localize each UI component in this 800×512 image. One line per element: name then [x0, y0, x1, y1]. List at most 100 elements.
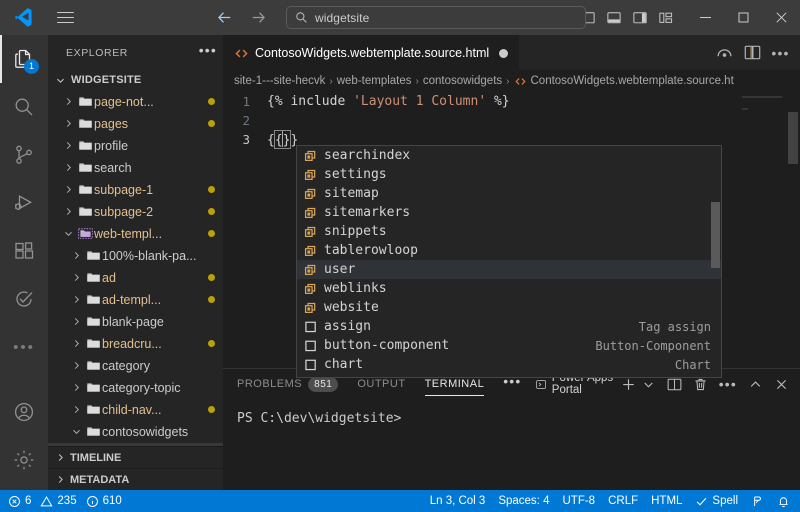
status-cursor-position[interactable]: Ln 3, Col 3 [430, 495, 486, 507]
activity-bar-item-search[interactable] [0, 83, 48, 131]
suggest-item[interactable]: chart Chart [297, 355, 721, 374]
suggest-item-partial[interactable] [297, 374, 721, 377]
breadcrumb-item[interactable]: contosowidgets [423, 75, 502, 87]
panel-more-actions-icon[interactable]: ••• [719, 377, 737, 391]
chevron-right-icon[interactable] [60, 160, 76, 176]
chevron-right-icon[interactable] [68, 292, 84, 308]
status-eol[interactable]: CRLF [608, 495, 638, 507]
scrollbar-thumb[interactable] [788, 112, 798, 164]
editor-tab-contosowidgets[interactable]: ContosoWidgets.webtemplate.source.html [223, 35, 520, 70]
chevron-right-icon[interactable] [60, 138, 76, 154]
tree-folder-item[interactable]: search [48, 157, 223, 179]
close-button[interactable] [762, 0, 800, 35]
editor-more-actions-icon[interactable]: ••• [771, 44, 789, 61]
chevron-right-icon[interactable] [60, 182, 76, 198]
terminal-body[interactable]: PS C:\dev\widgetsite> [223, 399, 800, 490]
suggest-scrollbar-thumb[interactable] [711, 202, 720, 268]
activity-bar-item-additional-views[interactable]: ••• [0, 323, 48, 371]
chevron-right-icon[interactable] [68, 314, 84, 330]
split-editor-icon[interactable] [744, 44, 761, 61]
chevron-right-icon[interactable] [60, 204, 76, 220]
breadcrumb[interactable]: site-1---site-hecvk › web-templates › contos… [223, 70, 800, 92]
activity-bar-item-testing[interactable] [0, 275, 48, 323]
status-infos[interactable]: 610 [86, 495, 122, 508]
maximize-button[interactable] [724, 0, 762, 35]
sidebar-more-actions-icon[interactable]: ••• [199, 43, 217, 59]
tree-folder-item[interactable]: ad [48, 267, 223, 289]
tree-folder-item[interactable]: 100%-blank-pa... [48, 245, 223, 267]
tree-folder-item[interactable]: breadcru... [48, 333, 223, 355]
suggest-item[interactable]: searchindex [297, 146, 721, 165]
suggest-item[interactable]: button-component Button-Component [297, 336, 721, 355]
toggle-secondary-sidebar-icon[interactable] [631, 10, 648, 25]
tree-folder-item[interactable]: blank-page [48, 311, 223, 333]
tree-folder-item[interactable]: page-not... [48, 91, 223, 113]
kill-terminal-icon[interactable] [693, 377, 708, 392]
close-panel-icon[interactable] [774, 377, 789, 392]
go-forward-button[interactable] [248, 8, 268, 28]
activity-bar-item-run-and-debug[interactable] [0, 179, 48, 227]
suggest-item[interactable]: weblinks [297, 279, 721, 298]
status-warnings[interactable]: 235 [40, 495, 77, 508]
open-preview-icon[interactable] [716, 44, 733, 61]
explorer-root-folder-header[interactable]: WIDGETSITE [48, 70, 223, 91]
new-terminal-icon[interactable] [621, 377, 636, 392]
suggest-item[interactable]: website [297, 298, 721, 317]
chevron-right-icon[interactable] [68, 336, 84, 352]
activity-bar-item-settings[interactable] [0, 436, 48, 484]
activity-bar-item-extensions[interactable] [0, 227, 48, 275]
main-menu-button[interactable] [48, 0, 82, 35]
tree-folder-item[interactable]: profile [48, 135, 223, 157]
status-spell-checker[interactable]: Spell [695, 495, 738, 508]
suggest-item[interactable]: sitemarkers [297, 203, 721, 222]
tree-folder-item[interactable]: category-topic [48, 377, 223, 399]
tree-folder-item[interactable]: category [48, 355, 223, 377]
status-remote-indicator[interactable] [751, 495, 764, 508]
search-input[interactable]: widgetsite [286, 6, 586, 29]
suggest-item[interactable]: assign Tag assign [297, 317, 721, 336]
chevron-down-icon[interactable] [68, 424, 84, 440]
status-indentation[interactable]: Spaces: 4 [498, 495, 549, 507]
tree-folder-item[interactable]: contosowidgets [48, 421, 223, 443]
sidebar-panel-timeline[interactable]: TIMELINE [48, 446, 223, 468]
file-tree[interactable]: page-not... pages profile search subpage-1 su… [48, 91, 223, 446]
chevron-right-icon[interactable] [68, 380, 84, 396]
maximize-panel-icon[interactable] [748, 377, 763, 392]
breadcrumb-item[interactable]: site-1---site-hecvk [234, 75, 325, 87]
split-terminal-icon[interactable] [667, 377, 682, 392]
chevron-right-icon[interactable] [60, 94, 76, 110]
status-notifications[interactable] [777, 495, 790, 508]
unsaved-indicator-dot[interactable] [499, 48, 509, 58]
tree-file-item[interactable]: ContosoWidg... [48, 442, 223, 446]
suggest-item[interactable]: user [297, 260, 721, 279]
tree-folder-item[interactable]: ad-templ... [48, 289, 223, 311]
tree-folder-item[interactable]: child-nav... [48, 399, 223, 421]
chevron-right-icon[interactable] [68, 248, 84, 264]
minimize-button[interactable] [686, 0, 724, 35]
activity-bar-item-accounts[interactable] [0, 388, 48, 436]
toggle-panel-icon[interactable] [605, 10, 622, 25]
status-errors[interactable]: 6 [8, 495, 31, 508]
tree-folder-item[interactable]: pages [48, 113, 223, 135]
breadcrumb-item[interactable]: ContosoWidgets.webtemplate.source.ht [514, 75, 734, 88]
go-back-button[interactable] [214, 8, 234, 28]
chevron-right-icon[interactable] [68, 358, 84, 374]
panel-more-tabs-icon[interactable]: ••• [503, 374, 521, 390]
customize-layout-icon[interactable] [657, 10, 674, 25]
editor-vertical-scrollbar[interactable] [786, 92, 800, 368]
status-language-mode[interactable]: HTML [651, 495, 682, 507]
suggest-widget[interactable]: searchindex settings sitemap sitemarkers sni… [296, 145, 722, 378]
suggest-item[interactable]: sitemap [297, 184, 721, 203]
tree-folder-item[interactable]: web-templ... [48, 223, 223, 245]
terminal-profile-dropdown-icon[interactable] [641, 377, 656, 392]
minimap[interactable] [742, 96, 786, 132]
activity-bar-item-source-control[interactable] [0, 131, 48, 179]
suggest-item[interactable]: tablerowloop [297, 241, 721, 260]
chevron-right-icon[interactable] [60, 116, 76, 132]
tree-folder-item[interactable]: subpage-2 [48, 201, 223, 223]
chevron-right-icon[interactable] [68, 402, 84, 418]
tree-folder-item[interactable]: subpage-1 [48, 179, 223, 201]
status-encoding[interactable]: UTF-8 [562, 495, 595, 507]
activity-bar-item-explorer[interactable]: 1 [0, 35, 48, 83]
suggest-item[interactable]: snippets [297, 222, 721, 241]
